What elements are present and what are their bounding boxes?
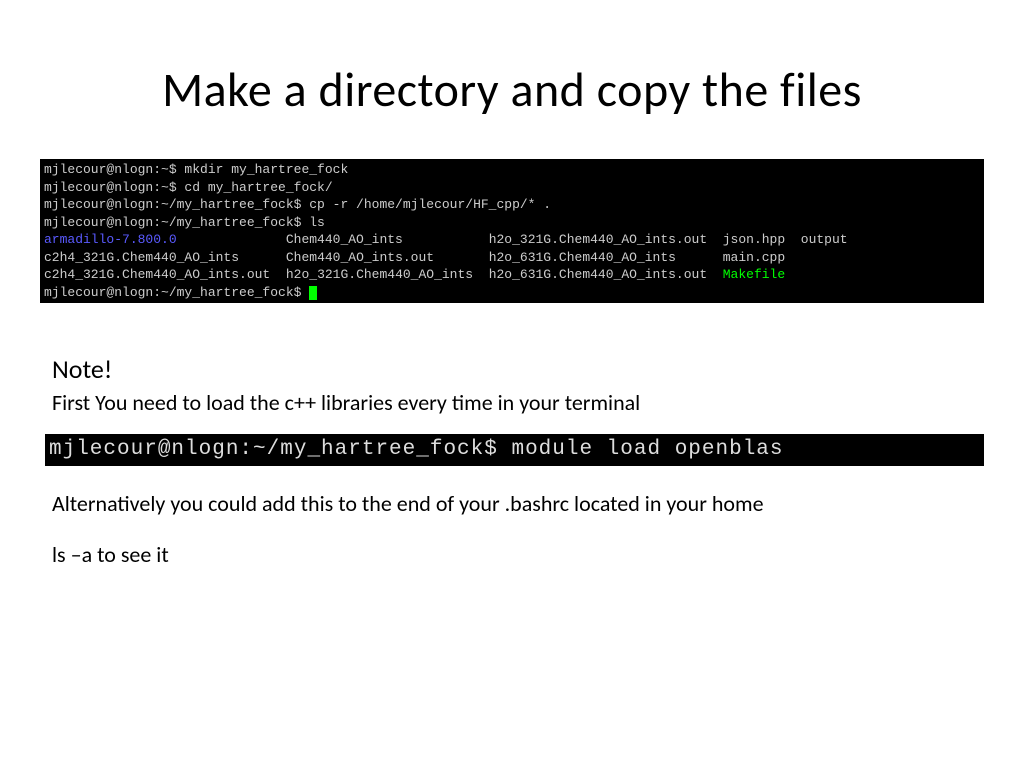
slide-title: Make a directory and copy the files	[40, 60, 984, 119]
term-line: mjlecour@nlogn:~$ cd my_hartree_fock/	[44, 180, 333, 195]
terminal-output-module: mjlecour@nlogn:~/my_hartree_fock$ module…	[45, 434, 984, 465]
ls-entry: c2h4_321G.Chem440_AO_ints	[44, 250, 239, 265]
body-text: ls –a to see it	[52, 541, 984, 568]
body-text: Alternatively you could add this to the …	[52, 490, 984, 517]
ls-entry: Makefile	[723, 267, 785, 282]
ls-entry: json.hpp	[723, 232, 785, 247]
ls-entry: h2o_631G.Chem440_AO_ints	[489, 250, 676, 265]
terminal-output-main: mjlecour@nlogn:~$ mkdir my_hartree_fock …	[40, 159, 984, 303]
term-line: mjlecour@nlogn:~/my_hartree_fock$ ls	[44, 215, 325, 230]
note-text: First You need to load the c++ libraries…	[52, 389, 984, 416]
term-line: mjlecour@nlogn:~/my_hartree_fock$ cp -r …	[44, 197, 551, 212]
ls-entry: Chem440_AO_ints	[286, 232, 403, 247]
ls-entry: h2o_321G.Chem440_AO_ints	[286, 267, 473, 282]
ls-entry: Chem440_AO_ints.out	[286, 250, 434, 265]
cursor-icon	[309, 286, 317, 300]
ls-entry: armadillo-7.800.0	[44, 232, 177, 247]
term-line: mjlecour@nlogn:~$ mkdir my_hartree_fock	[44, 162, 348, 177]
ls-entry: output	[801, 232, 848, 247]
note-heading: Note!	[52, 353, 984, 385]
ls-entry: main.cpp	[723, 250, 785, 265]
term-prompt: mjlecour@nlogn:~/my_hartree_fock$	[44, 285, 309, 300]
ls-entry: h2o_321G.Chem440_AO_ints.out	[489, 232, 707, 247]
ls-entry: h2o_631G.Chem440_AO_ints.out	[489, 267, 707, 282]
ls-entry: c2h4_321G.Chem440_AO_ints.out	[44, 267, 270, 282]
